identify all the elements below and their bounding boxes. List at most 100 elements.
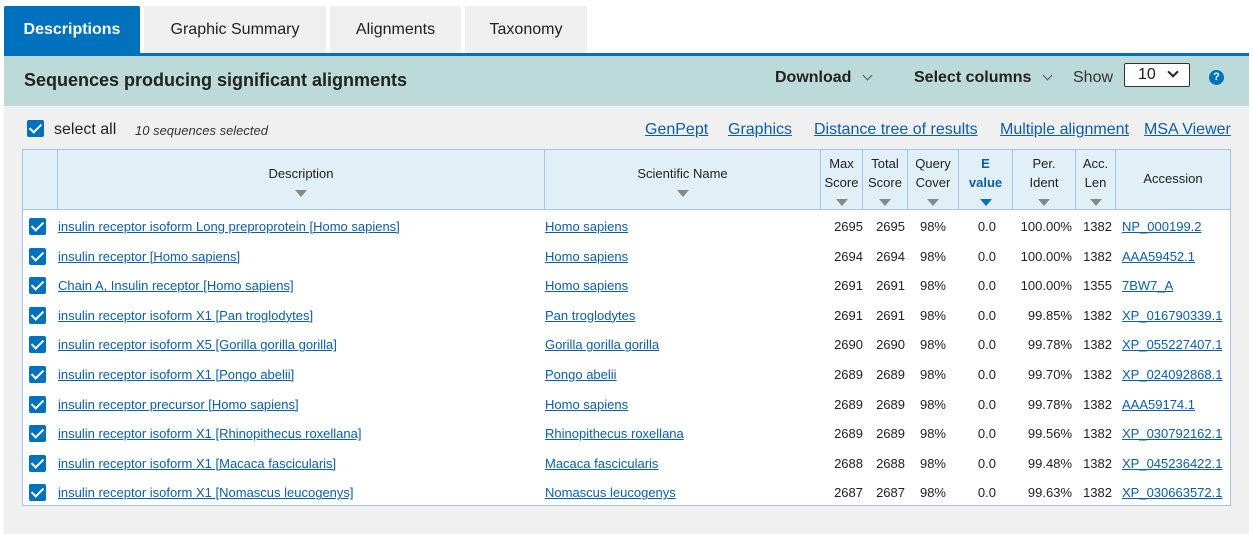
query-cover: 98%: [919, 248, 946, 264]
total-score: 2690: [876, 337, 905, 353]
accession-link[interactable]: XP_016790339.1: [1122, 308, 1222, 323]
tab-alignments[interactable]: Alignments: [330, 6, 461, 53]
total-score: 2688: [876, 455, 905, 471]
e-value: 0.0: [977, 485, 996, 501]
description-link[interactable]: insulin receptor isoform X1 [Pan troglod…: [58, 308, 313, 323]
row-checkbox[interactable]: [29, 306, 46, 324]
genpept-link[interactable]: GenPept: [645, 121, 708, 139]
accession-link[interactable]: AAA59452.1: [1122, 249, 1195, 264]
row-checkbox[interactable]: [29, 336, 46, 354]
total-score: 2689: [876, 367, 905, 382]
sort-arrow-icon: [1038, 199, 1050, 206]
accession-link[interactable]: XP_055227407.1: [1122, 337, 1222, 352]
scientific-name-link[interactable]: Homo sapiens: [545, 219, 628, 234]
description-link[interactable]: insulin receptor isoform X5 [Gorilla gor…: [58, 337, 337, 352]
description-link[interactable]: insulin receptor isoform X1 [Pongo abeli…: [58, 367, 294, 382]
header-per-ident[interactable]: Per. Ident: [1013, 150, 1076, 209]
select-all-label[interactable]: select all: [54, 121, 116, 139]
msa-viewer-link[interactable]: MSA Viewer: [1144, 121, 1231, 139]
e-value: 0.0: [977, 219, 996, 234]
multiple-alignment-link[interactable]: Multiple alignment: [1000, 121, 1129, 139]
description-link[interactable]: insulin receptor isoform X1 [Macaca fasc…: [58, 456, 336, 471]
description-link[interactable]: insulin receptor isoform Long preproprot…: [58, 219, 400, 234]
max-score: 2695: [834, 219, 863, 234]
description-link[interactable]: Chain A, Insulin receptor [Homo sapiens]: [58, 278, 294, 293]
acc-len: 1382: [1083, 396, 1112, 412]
header-query-cover-label-1: Query: [915, 156, 951, 171]
scientific-name-link[interactable]: Homo sapiens: [545, 278, 628, 293]
select-all-checkbox[interactable]: [27, 120, 44, 137]
total-score: 2691: [876, 278, 905, 294]
sort-arrow-icon: [295, 190, 307, 197]
query-cover: 98%: [919, 396, 946, 412]
header-acc-len[interactable]: Acc. Len: [1076, 150, 1116, 209]
scientific-name-link[interactable]: Homo sapiens: [545, 397, 628, 412]
per-ident: 99.48%: [1027, 455, 1072, 471]
scientific-name-link[interactable]: Gorilla gorilla gorilla: [545, 337, 659, 352]
accession-link[interactable]: 7BW7_A: [1122, 278, 1173, 293]
acc-len: 1382: [1083, 426, 1112, 442]
distance-tree-link[interactable]: Distance tree of results: [814, 121, 978, 139]
query-cover: 98%: [919, 307, 946, 323]
header-max-score[interactable]: Max Score: [821, 150, 863, 209]
tab-taxonomy[interactable]: Taxonomy: [465, 6, 587, 53]
results-header-bar: Sequences producing significant alignmen…: [4, 56, 1249, 106]
select-columns-menu[interactable]: Select columns: [914, 69, 1053, 87]
accession-link[interactable]: AAA59174.1: [1122, 397, 1195, 412]
row-checkbox[interactable]: [29, 218, 46, 235]
description-link[interactable]: insulin receptor isoform X1 [Rhinopithec…: [58, 426, 362, 441]
row-checkbox[interactable]: [29, 395, 46, 413]
tab-graphic-summary[interactable]: Graphic Summary: [144, 6, 326, 53]
scientific-name-link[interactable]: Rhinopithecus roxellana: [545, 426, 684, 441]
accession-link[interactable]: XP_024092868.1: [1122, 367, 1222, 382]
sort-arrow-icon: [1089, 199, 1102, 206]
description-link[interactable]: insulin receptor [Homo sapiens]: [58, 249, 240, 264]
show-count-select[interactable]: 10: [1124, 63, 1190, 87]
description-link[interactable]: insulin receptor precursor [Homo sapiens…: [58, 397, 299, 412]
header-accession[interactable]: Accession: [1116, 150, 1230, 209]
acc-len: 1382: [1083, 367, 1112, 382]
tab-descriptions[interactable]: Descriptions: [4, 6, 140, 53]
accession-link[interactable]: XP_030792162.1: [1122, 426, 1222, 441]
accession-link[interactable]: NP_000199.2: [1122, 219, 1202, 234]
header-description-label: Description: [268, 166, 334, 181]
per-ident: 99.70%: [1027, 367, 1072, 382]
results-table: Description Scientific Name Max Score To…: [22, 149, 1231, 506]
row-checkbox[interactable]: [29, 366, 46, 383]
row-checkbox[interactable]: [29, 247, 46, 265]
selected-count: 10 sequences selected: [135, 123, 268, 138]
scientific-name-link[interactable]: Pongo abelii: [545, 367, 617, 382]
sort-arrow-icon: [879, 199, 891, 206]
scientific-name-link[interactable]: Macaca fascicularis: [545, 456, 658, 471]
header-e-value[interactable]: E value: [959, 150, 1013, 209]
total-score: 2689: [876, 396, 905, 412]
table-header: Description Scientific Name Max Score To…: [23, 150, 1230, 210]
help-icon[interactable]: ?: [1209, 70, 1224, 85]
header-query-cover-label-2: Cover: [915, 175, 951, 190]
header-total-score[interactable]: Total Score: [863, 150, 908, 209]
header-description[interactable]: Description: [58, 150, 545, 209]
description-link[interactable]: insulin receptor isoform X1 [Nomascus le…: [58, 485, 354, 500]
scientific-name-link[interactable]: Homo sapiens: [545, 249, 628, 264]
accession-link[interactable]: XP_045236422.1: [1122, 456, 1222, 471]
accession-link[interactable]: XP_030663572.1: [1122, 485, 1222, 500]
download-menu[interactable]: Download: [775, 69, 873, 87]
row-checkbox[interactable]: [29, 454, 46, 472]
header-query-cover[interactable]: Query Cover: [908, 150, 959, 209]
acc-len: 1382: [1083, 307, 1112, 323]
scientific-name-link[interactable]: Pan troglodytes: [545, 308, 635, 323]
query-cover: 98%: [919, 426, 946, 442]
show-count-value: 10: [1138, 66, 1156, 83]
header-scientific-name[interactable]: Scientific Name: [545, 150, 821, 209]
row-checkbox[interactable]: [29, 425, 46, 443]
header-accession-label: Accession: [1143, 171, 1203, 186]
total-score: 2687: [876, 485, 905, 501]
page-title: Sequences producing significant alignmen…: [24, 70, 408, 90]
graphics-link[interactable]: Graphics: [728, 121, 792, 139]
header-total-score-label-2: Score: [868, 175, 902, 190]
scientific-name-link[interactable]: Nomascus leucogenys: [545, 485, 676, 500]
row-checkbox[interactable]: [29, 277, 46, 295]
row-checkbox[interactable]: [29, 484, 46, 502]
e-value: 0.0: [977, 307, 996, 323]
table-row: insulin receptor precursor [Homo sapiens…: [23, 390, 1230, 420]
